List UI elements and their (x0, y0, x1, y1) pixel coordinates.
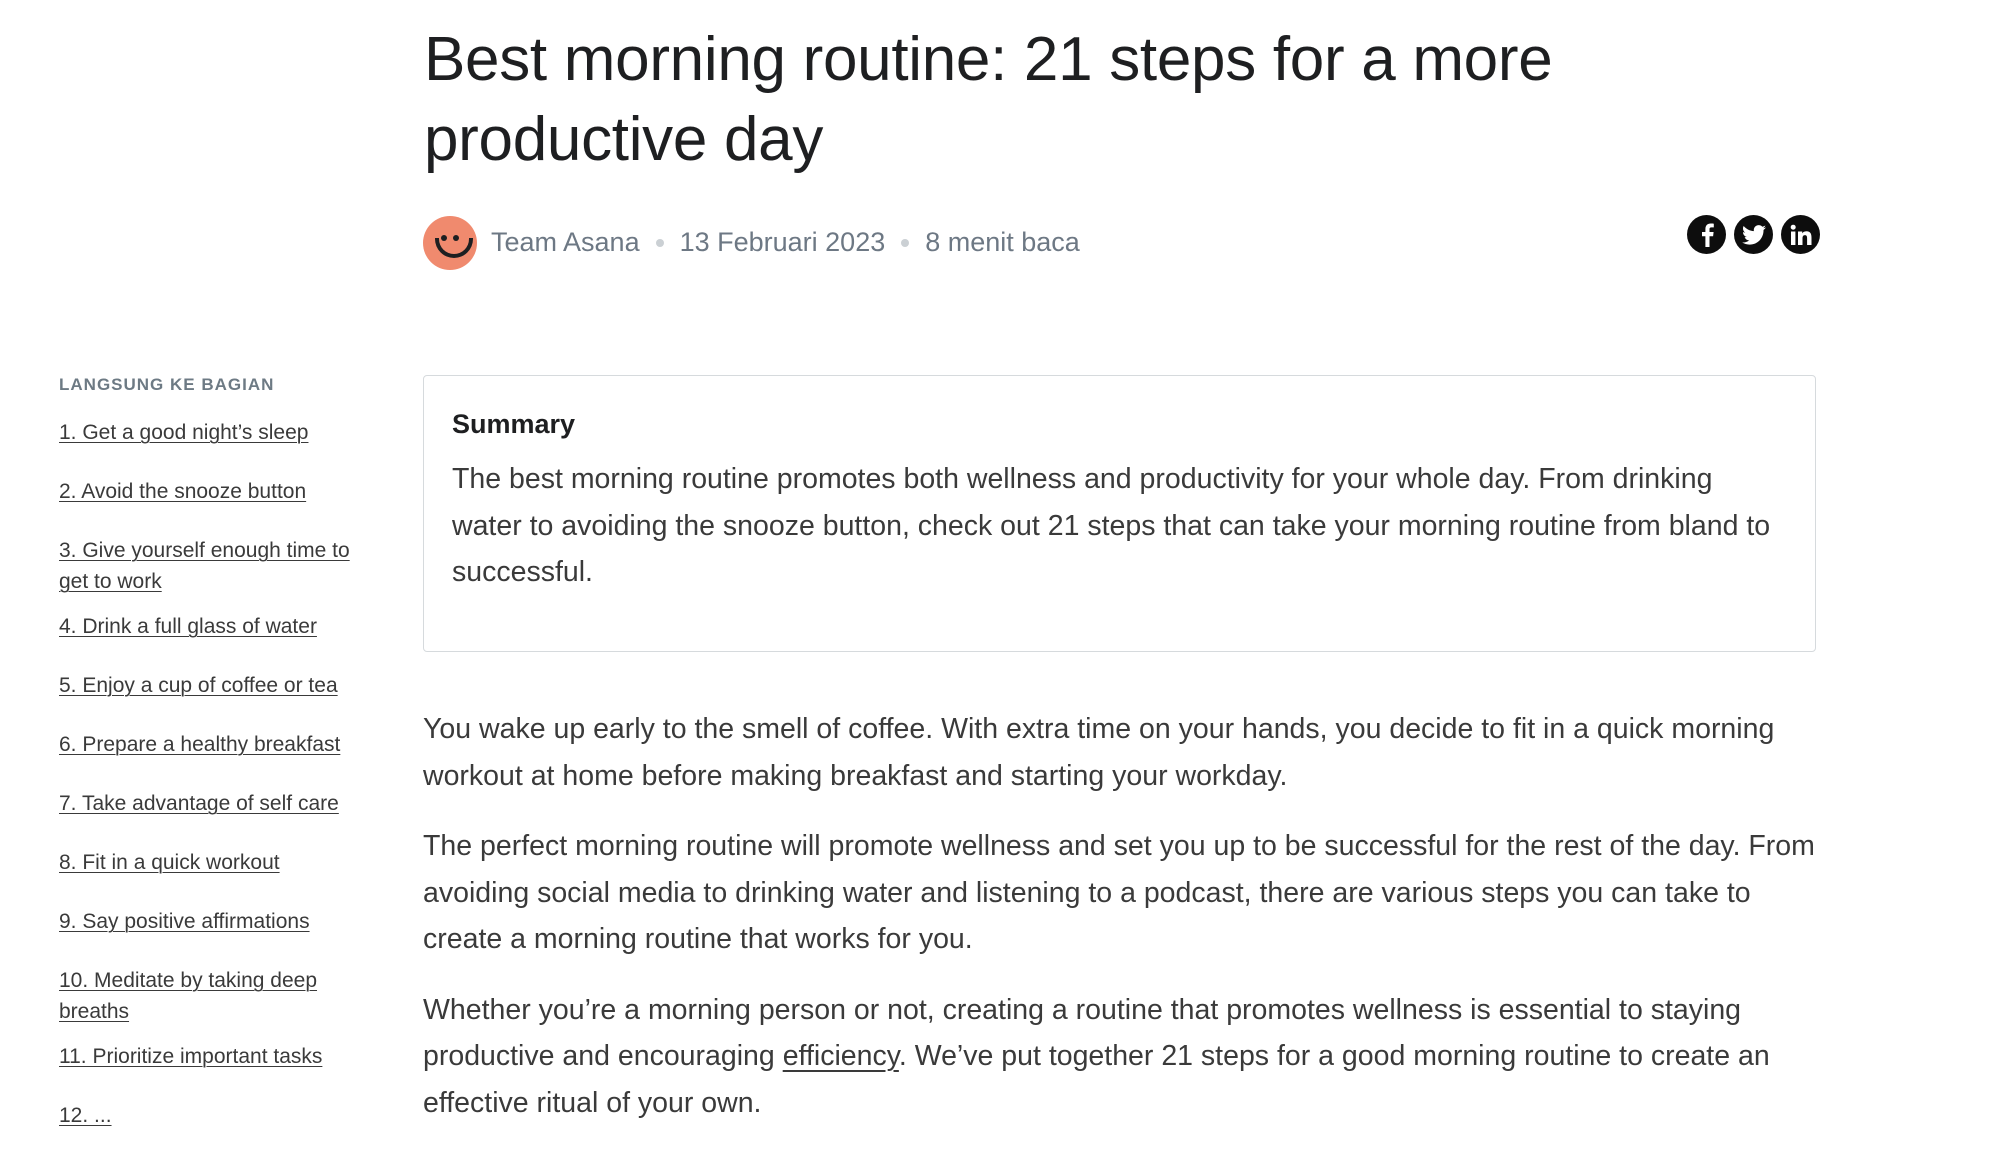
toc-item: 3. Give yourself enough time to get to w… (59, 535, 379, 597)
twitter-share-button[interactable] (1734, 215, 1773, 254)
toc-link-9[interactable]: 9. Say positive affirmations (59, 910, 310, 933)
meta-separator-dot (901, 238, 910, 247)
efficiency-link[interactable]: efficiency (783, 1040, 899, 1072)
author-avatar (423, 215, 477, 270)
toc-link-7[interactable]: 7. Take advantage of self care (59, 792, 339, 815)
paragraph-2: The perfect morning routine will promote… (423, 830, 1815, 955)
toc-header: LANGSUNG KE BAGIAN (59, 375, 275, 394)
author-name: Team Asana (491, 227, 640, 257)
toc-item: 8. Fit in a quick workout (59, 847, 379, 878)
toc-link-11[interactable]: 11. Prioritize important tasks (59, 1045, 322, 1068)
toc-link-8[interactable]: 8. Fit in a quick workout (59, 851, 280, 874)
toc-item: 12. ... (59, 1100, 379, 1131)
toc-item: 11. Prioritize important tasks (59, 1041, 379, 1072)
toc-link-1[interactable]: 1. Get a good night’s sleep (59, 421, 308, 444)
toc-link-6[interactable]: 6. Prepare a healthy breakfast (59, 733, 340, 756)
facebook-icon (1701, 223, 1714, 247)
toc-item: 10. Meditate by taking deep breaths (59, 965, 379, 1027)
read-time: 8 menit baca (925, 227, 1080, 257)
toc-link-12[interactable]: 12. ... (59, 1104, 112, 1127)
article-meta: Team Asana 13 Februari 2023 8 menit baca (423, 215, 1080, 270)
paragraph-3: Whether you’re a morning person or not, … (423, 987, 1823, 1127)
toc-item: 7. Take advantage of self care (59, 788, 379, 819)
toc-item: 2. Avoid the snooze button (59, 476, 379, 507)
toc-item: 6. Prepare a healthy breakfast (59, 729, 379, 760)
toc-item: 4. Drink a full glass of water (59, 611, 379, 642)
toc-link-5[interactable]: 5. Enjoy a cup of coffee or tea (59, 674, 338, 697)
social-share (1687, 215, 1820, 254)
toc-link-4[interactable]: 4. Drink a full glass of water (59, 615, 317, 638)
meta-separator-dot (655, 238, 664, 247)
publish-date: 13 Februari 2023 (679, 227, 886, 257)
toc-link-10[interactable]: 10. Meditate by taking deep breaths (59, 969, 317, 1023)
toc-link-2[interactable]: 2. Avoid the snooze button (59, 480, 306, 503)
linkedin-share-button[interactable] (1781, 215, 1820, 254)
summary-heading: Summary (452, 409, 576, 439)
summary-box: Summary The best morning routine promote… (423, 375, 1816, 652)
twitter-icon (1741, 224, 1766, 245)
toc-item: 9. Say positive affirmations (59, 906, 379, 937)
toc-item: 5. Enjoy a cup of coffee or tea (59, 670, 379, 701)
linkedin-icon (1790, 224, 1811, 245)
toc-list: 1. Get a good night’s sleep 2. Avoid the… (59, 417, 379, 1131)
article-title: Best morning routine: 21 steps for a mor… (424, 25, 1553, 174)
table-of-contents: LANGSUNG KE BAGIAN 1. Get a good night’s… (59, 376, 379, 1159)
article-body: You wake up early to the smell of coffee… (423, 706, 1823, 1150)
paragraph-1: You wake up early to the smell of coffee… (423, 713, 1775, 792)
avatar-smile-icon (435, 237, 473, 258)
summary-text: The best morning routine promotes both w… (452, 463, 1771, 588)
toc-link-3[interactable]: 3. Give yourself enough time to get to w… (59, 539, 350, 593)
toc-item: 1. Get a good night’s sleep (59, 417, 379, 448)
facebook-share-button[interactable] (1687, 215, 1726, 254)
